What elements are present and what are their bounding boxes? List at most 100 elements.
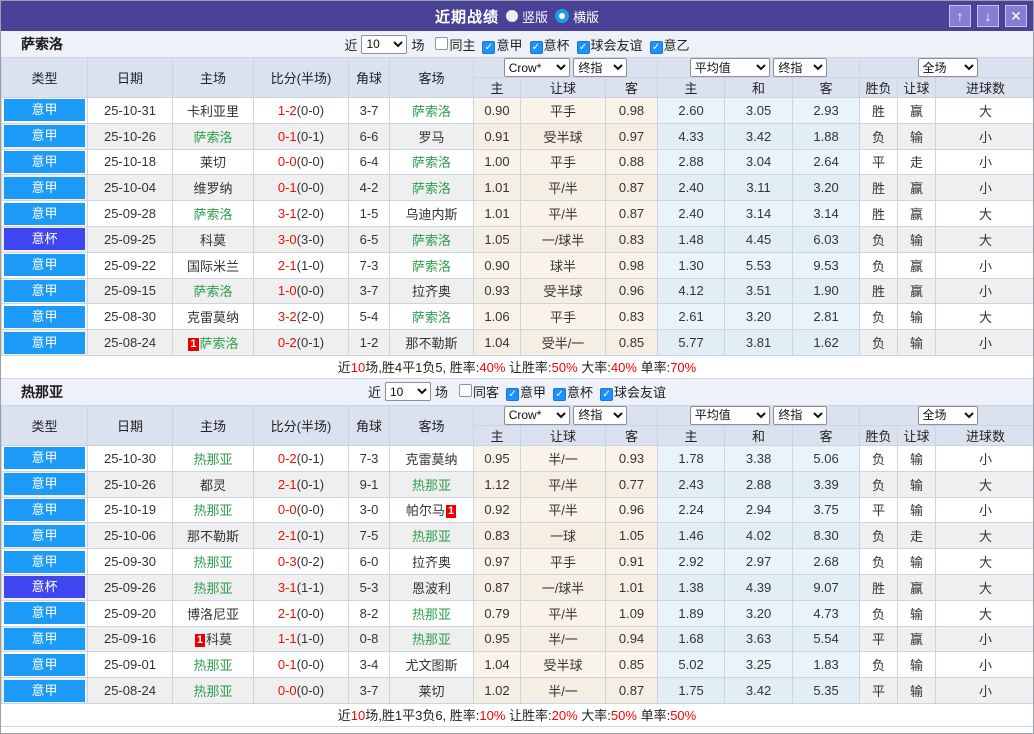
home-away-team-cell: 热那亚 bbox=[172, 677, 254, 704]
close-button[interactable]: ✕ bbox=[1005, 5, 1027, 27]
avg-final-select[interactable]: 终指 bbox=[773, 406, 828, 425]
filter-checkbox-同主[interactable] bbox=[435, 36, 449, 50]
corner-cell: 7-3 bbox=[348, 444, 390, 472]
full-match-select[interactable]: 全场 bbox=[917, 58, 978, 77]
avg-draw-odds: 4.39 bbox=[724, 573, 794, 601]
avg-away-odds: 5.35 bbox=[792, 677, 861, 704]
result-goals: 小 bbox=[935, 148, 1033, 176]
corner-cell: 6-4 bbox=[348, 148, 390, 176]
radio-label: 横版 bbox=[573, 9, 600, 25]
handicap-line: 平手 bbox=[520, 97, 606, 124]
filter-checkbox-意乙[interactable]: ✓ bbox=[649, 40, 663, 54]
home-away-team-cell: 萨索洛 bbox=[389, 225, 474, 253]
filter-checkbox-球会友谊[interactable]: ✓ bbox=[576, 40, 590, 54]
filter-checkbox-意杯[interactable]: ✓ bbox=[529, 40, 543, 54]
column-header-away: 客场 bbox=[389, 57, 474, 98]
full-score: 2-1 bbox=[277, 605, 297, 621]
layout-radio-vertical[interactable]: 竖版 bbox=[505, 7, 548, 26]
filter-prefix-label: 近 bbox=[367, 385, 381, 401]
result-handicap: 输 bbox=[897, 303, 937, 331]
match-count-select[interactable]: 10 bbox=[384, 382, 431, 402]
filter-checkbox-label: 意杯 bbox=[567, 385, 594, 401]
avg-home-odds: 4.33 bbox=[657, 122, 726, 150]
avg-draw-odds: 3.38 bbox=[724, 444, 794, 472]
avg-home-odds: 1.48 bbox=[657, 225, 726, 253]
avg-final-select[interactable]: 终指 bbox=[773, 58, 828, 77]
opponent-team-cell: 克雷莫纳 bbox=[389, 444, 474, 472]
home-away-team-cell: 萨索洛 bbox=[389, 148, 474, 176]
full-score: 0-2 bbox=[277, 450, 297, 466]
avg-home-odds: 1.75 bbox=[657, 677, 726, 704]
summary-value: 20% bbox=[551, 707, 578, 723]
column-header-avg-draw: 和 bbox=[724, 424, 794, 446]
handicap-away-odds: 0.93 bbox=[604, 444, 659, 472]
filter-checkbox-意甲[interactable]: ✓ bbox=[506, 388, 519, 402]
team-name-label: 热那亚 bbox=[21, 383, 63, 400]
home-away-team-cell: 热那亚 bbox=[389, 470, 474, 498]
corner-cell: 6-0 bbox=[348, 548, 390, 575]
match-type-cell: 意甲 bbox=[1, 200, 88, 227]
avg-away-odds: 1.90 bbox=[792, 277, 861, 305]
match-count-select[interactable]: 10 bbox=[361, 34, 408, 54]
column-header-result-goals: 进球数 bbox=[935, 424, 1033, 446]
layout-radio-horizontal[interactable]: 横版 bbox=[555, 7, 599, 26]
opponent-team-cell: 莱切 bbox=[172, 148, 254, 176]
avg-away-odds: 1.83 bbox=[792, 651, 861, 679]
match-type-cell: 意杯 bbox=[1, 573, 88, 601]
date-cell: 25-09-01 bbox=[87, 651, 173, 679]
league-type-badge: 意杯 bbox=[4, 228, 85, 251]
avg-away-odds: 2.64 bbox=[792, 148, 861, 176]
date-cell: 25-10-26 bbox=[87, 470, 173, 498]
summary-value: 10% bbox=[479, 707, 506, 723]
match-row: 意甲 25-10-19 热那亚 0-0(0-0) 3-0 帕尔马 1 0.92 平/半 0.96 2… bbox=[1, 496, 1033, 524]
page-title: 近期战绩 bbox=[434, 8, 499, 26]
column-header-result-handicap: 让球 bbox=[897, 424, 937, 446]
team-name: 卡利亚里 bbox=[186, 103, 239, 119]
odds-company-select[interactable]: Crow* bbox=[503, 406, 570, 425]
handicap-line: 平手 bbox=[520, 303, 606, 331]
filter-checkbox-球会友谊[interactable]: ✓ bbox=[600, 388, 614, 402]
avg-away-odds: 2.93 bbox=[792, 97, 861, 124]
match-type-cell: 意甲 bbox=[1, 496, 88, 524]
summary-value: 50% bbox=[551, 359, 578, 375]
full-score: 0-0 bbox=[277, 502, 297, 518]
corner-cell: 5-4 bbox=[348, 303, 390, 331]
result-handicap: 赢 bbox=[897, 625, 937, 653]
league-type-badge: 意甲 bbox=[4, 254, 85, 277]
handicap-home-odds: 1.04 bbox=[473, 651, 521, 679]
handicap-line: 受半球 bbox=[520, 651, 606, 679]
column-header-avg-draw: 和 bbox=[724, 77, 794, 98]
scroll-up-button[interactable]: ↑ bbox=[949, 5, 971, 27]
radio-selected-icon bbox=[555, 9, 569, 23]
handicap-home-odds: 0.97 bbox=[473, 548, 521, 575]
filter-checkbox-同客[interactable] bbox=[458, 384, 472, 398]
filter-checkbox-意甲[interactable]: ✓ bbox=[482, 40, 496, 54]
avg-company-select[interactable]: 平均值 bbox=[689, 406, 770, 425]
result-handicap: 输 bbox=[897, 677, 937, 704]
handicap-line: 半/一 bbox=[520, 677, 606, 704]
avg-company-select[interactable]: 平均值 bbox=[689, 58, 770, 77]
league-type-badge: 意甲 bbox=[4, 176, 85, 199]
odds-final-select[interactable]: 终指 bbox=[573, 406, 628, 425]
team-name: 博洛尼亚 bbox=[186, 606, 239, 622]
column-header-date: 日期 bbox=[87, 57, 173, 98]
home-away-team-cell: 1 萨索洛 bbox=[172, 329, 254, 356]
full-match-select[interactable]: 全场 bbox=[917, 406, 978, 425]
result-handicap: 输 bbox=[897, 599, 937, 627]
result-goals: 小 bbox=[935, 496, 1033, 524]
team-name: 恩波利 bbox=[411, 580, 451, 596]
result-outcome: 胜 bbox=[859, 174, 899, 202]
home-away-team-cell: 热那亚 bbox=[389, 625, 474, 653]
odds-company-select[interactable]: Crow* bbox=[503, 58, 570, 77]
home-away-team-cell: 热那亚 bbox=[389, 522, 474, 550]
date-cell: 25-10-26 bbox=[87, 122, 173, 150]
league-type-badge: 意甲 bbox=[4, 473, 85, 496]
home-away-team-cell: 热那亚 bbox=[172, 496, 254, 524]
scroll-down-button[interactable]: ↓ bbox=[977, 5, 999, 27]
odds-final-select[interactable]: 终指 bbox=[573, 58, 628, 77]
filter-checkbox-意杯[interactable]: ✓ bbox=[553, 388, 567, 402]
handicap-line: 平/半 bbox=[520, 470, 606, 498]
corner-cell: 6-6 bbox=[348, 122, 390, 150]
full-score: 0-0 bbox=[277, 154, 297, 170]
summary-label: 让胜率: bbox=[505, 359, 552, 375]
